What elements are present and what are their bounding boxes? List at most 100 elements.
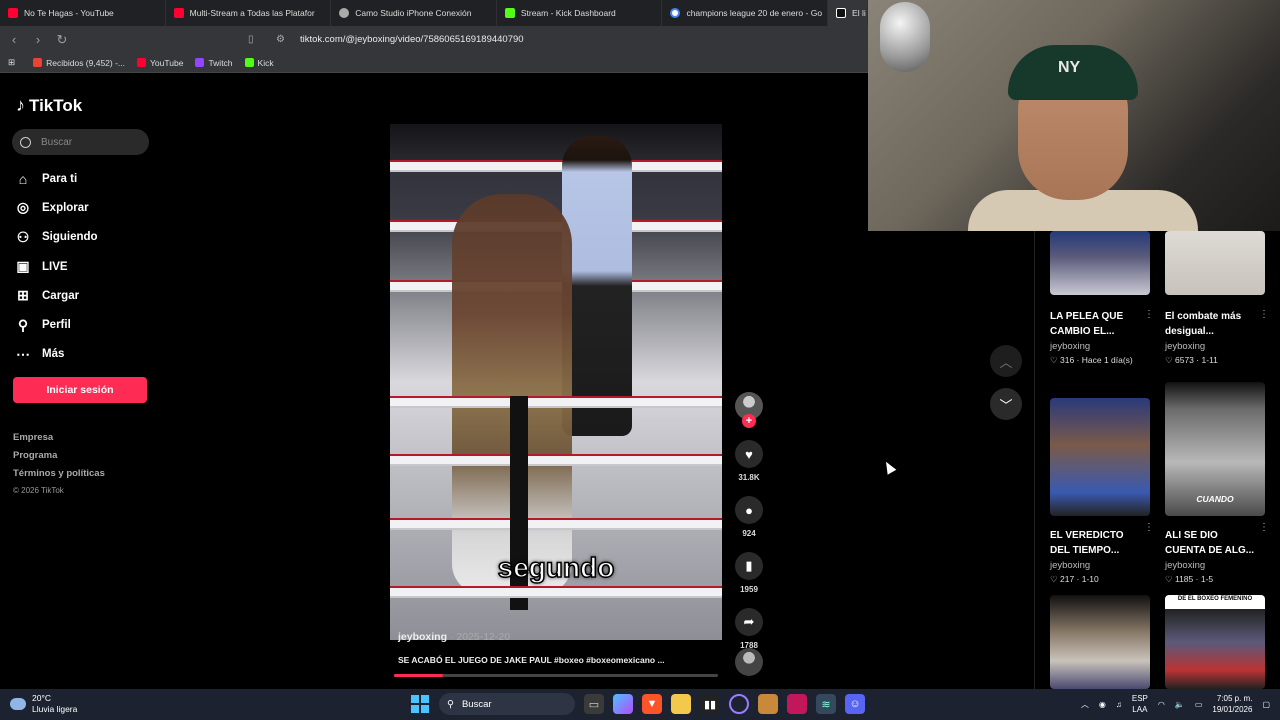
bookmark-twitch[interactable]: Twitch: [195, 58, 233, 68]
forward-icon[interactable]: ›: [28, 30, 48, 50]
save-action[interactable]: ▮ 1959: [735, 552, 763, 594]
volume-icon[interactable]: 🔈: [1175, 700, 1185, 709]
youtube-icon: [137, 58, 147, 67]
related-author[interactable]: jeyboxing: [1165, 341, 1265, 352]
footer-link-programa[interactable]: Programa: [13, 450, 105, 468]
tab-camo[interactable]: Camo Studio iPhone Conexión: [331, 0, 497, 26]
ring-rope: [390, 586, 722, 598]
video-thumbnail[interactable]: [1050, 231, 1150, 295]
footer-link-terminos[interactable]: Términos y políticas: [13, 468, 105, 486]
wifi-icon[interactable]: ◠: [1158, 700, 1165, 709]
windows-start-icon[interactable]: [410, 694, 430, 714]
follow-plus-icon[interactable]: +: [742, 414, 756, 428]
thumbnail-overlay-text: CUANDO: [1196, 494, 1234, 504]
app-icon-blue[interactable]: ≋: [816, 694, 836, 714]
task-view-icon[interactable]: ▭: [584, 694, 604, 714]
related-title: LA PELEA QUE CAMBIO EL...: [1050, 311, 1124, 337]
related-card[interactable]: ⋮ El combate más desigual... jeyboxing ♡…: [1165, 231, 1269, 366]
more-options-icon[interactable]: ⋮: [1259, 522, 1269, 533]
apps-grid-icon[interactable]: ⊞: [8, 57, 15, 68]
login-button[interactable]: Iniciar sesión: [13, 377, 147, 403]
bookmark-icon[interactable]: ▯: [248, 34, 262, 45]
video-thumbnail[interactable]: DE EL BOXEO FEMENINO: [1165, 595, 1265, 689]
app-icon-pink[interactable]: [787, 694, 807, 714]
taskbar-search[interactable]: ⚲ Buscar: [439, 693, 575, 715]
clock[interactable]: 7:05 p. m. 19/01/2026: [1212, 693, 1252, 715]
video-thumbnail[interactable]: CUANDO: [1165, 382, 1265, 516]
network-icon[interactable]: ◉: [1099, 700, 1106, 709]
heart-icon: ♡: [1165, 574, 1175, 584]
chevron-up-icon[interactable]: ︿: [1081, 699, 1089, 710]
related-card[interactable]: [1050, 595, 1150, 689]
related-card[interactable]: ⋮ EL VEREDICTO DEL TIEMPO... jeyboxing ♡…: [1050, 382, 1154, 585]
related-card[interactable]: DE EL BOXEO FEMENINO: [1165, 595, 1265, 689]
bookmark-youtube[interactable]: YouTube: [137, 58, 183, 68]
sidebar-item-perfil[interactable]: ⚲ Perfil: [14, 310, 98, 339]
language-indicator[interactable]: ESP LAA: [1132, 693, 1148, 715]
search-input[interactable]: Buscar: [12, 129, 149, 155]
tab-tiktok[interactable]: El li: [828, 0, 868, 26]
more-options-icon[interactable]: ⋮: [1259, 309, 1269, 320]
more-options-icon[interactable]: ⋮: [1144, 309, 1154, 320]
weather-widget[interactable]: 20°C Lluvia ligera: [10, 693, 77, 715]
sidebar-item-explorar[interactable]: ◎ Explorar: [14, 193, 98, 222]
related-author[interactable]: jeyboxing: [1050, 560, 1150, 571]
video-description[interactable]: SE ACABÓ EL JUEGO DE JAKE PAUL #boxeo #b…: [398, 655, 665, 665]
tab-multistream[interactable]: Multi-Stream a Todas las Platafor: [166, 0, 332, 26]
related-card[interactable]: ⋮ LA PELEA QUE CAMBIO EL... jeyboxing ♡ …: [1050, 231, 1154, 366]
notification-icon[interactable]: ▢: [1262, 700, 1270, 709]
comment-icon[interactable]: ●: [735, 496, 763, 524]
back-icon[interactable]: ‹: [4, 30, 24, 50]
bookmark-gmail[interactable]: Recibidos (9,452) -...: [33, 58, 125, 68]
taskbar-apps: ⚲ Buscar ▭ ▼ ▮▮ ≋ ☺: [410, 693, 865, 715]
share-icon[interactable]: ➦: [735, 608, 763, 636]
related-author[interactable]: jeyboxing: [1050, 341, 1150, 352]
share-action[interactable]: ➦ 1788: [735, 608, 763, 650]
tab-kick-dashboard[interactable]: Stream - Kick Dashboard: [497, 0, 663, 26]
battery-icon[interactable]: ▭: [1195, 700, 1203, 709]
heart-icon: ♡: [1050, 574, 1060, 584]
sidebar-item-mas[interactable]: ⋯ Más: [14, 340, 98, 369]
tab-google-search[interactable]: champions league 20 de enero - Go: [662, 0, 829, 26]
sidebar-item-cargar[interactable]: ⊞ Cargar: [14, 281, 98, 310]
sound-avatar[interactable]: [735, 648, 763, 676]
footer-link-empresa[interactable]: Empresa: [13, 432, 105, 450]
related-card[interactable]: CUANDO ⋮ ALI SE DIO CUENTA DE ALG... jey…: [1165, 382, 1269, 585]
related-author[interactable]: jeyboxing: [1165, 560, 1265, 571]
obs-icon[interactable]: [729, 694, 749, 714]
bookmark-icon[interactable]: ▮: [735, 552, 763, 580]
comment-action[interactable]: ● 924: [735, 496, 763, 538]
scroll-down-button[interactable]: ﹀: [990, 388, 1022, 420]
video-progress-bar[interactable]: [394, 674, 718, 677]
more-options-icon[interactable]: ⋮: [1144, 522, 1154, 533]
site-info-icon[interactable]: ⚙: [276, 34, 290, 45]
sidebar-item-para-ti[interactable]: ⌂ Para ti: [14, 164, 98, 193]
like-action[interactable]: ♥ 31.8K: [735, 440, 763, 482]
video-thumbnail[interactable]: [1050, 595, 1150, 689]
video-thumbnail[interactable]: [1050, 398, 1150, 516]
thumbnail-overlay-text: DE EL BOXEO FEMENINO: [1177, 596, 1253, 602]
video-thumbnail[interactable]: [1165, 231, 1265, 295]
discord-icon[interactable]: ☺: [845, 694, 865, 714]
bookmark-kick[interactable]: Kick: [244, 58, 274, 68]
video-player[interactable]: segundo: [390, 124, 722, 640]
audio-meter-icon[interactable]: ▮▮: [700, 694, 720, 714]
video-author[interactable]: jeyboxing · 2025-12-20: [398, 631, 510, 643]
brave-icon[interactable]: ▼: [642, 694, 662, 714]
address-bar[interactable]: ▯ ⚙ tiktok.com/@jeyboxing/video/75860651…: [244, 28, 864, 50]
microphone-icon[interactable]: ♫: [1116, 700, 1122, 709]
tab-youtube-no-te-hagas[interactable]: No Te Hagas - YouTube: [0, 0, 166, 26]
sidebar-item-siguiendo[interactable]: ⚇ Siguiendo: [14, 223, 98, 252]
copilot-icon[interactable]: [613, 694, 633, 714]
file-explorer-icon[interactable]: [671, 694, 691, 714]
reload-icon[interactable]: ↻: [52, 30, 72, 50]
heart-icon: ♡: [1050, 355, 1060, 365]
kick-icon: [504, 8, 515, 18]
app-icon[interactable]: [758, 694, 778, 714]
heart-icon[interactable]: ♥: [735, 440, 763, 468]
tiktok-logo[interactable]: ♪ TikTok: [16, 95, 82, 116]
sidebar-item-live[interactable]: ▣ LIVE: [14, 252, 98, 281]
author-avatar[interactable]: +: [735, 392, 763, 428]
profile-icon: ⚲: [17, 316, 29, 333]
scroll-up-button[interactable]: ︿: [990, 345, 1022, 377]
